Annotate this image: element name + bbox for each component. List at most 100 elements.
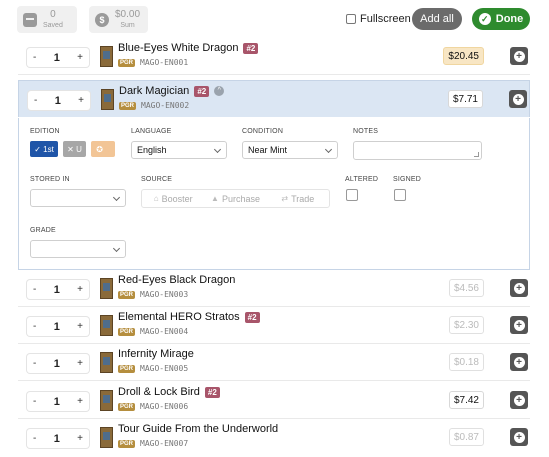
price-button[interactable]: $7.71 xyxy=(447,90,483,108)
print-tag: #2 xyxy=(243,42,259,54)
increment-button[interactable]: + xyxy=(77,396,83,407)
quantity-value[interactable]: 1 xyxy=(54,396,60,408)
card-thumbnail[interactable] xyxy=(100,390,113,411)
increment-button[interactable]: + xyxy=(77,358,83,369)
grade-select[interactable] xyxy=(30,240,126,258)
card-row[interactable]: - 1 + Red-Eyes Black Dragon PGR MAGO-EN00… xyxy=(18,270,530,307)
decrement-button[interactable]: - xyxy=(33,52,36,63)
signed-label: SIGNED xyxy=(393,176,422,183)
rarity-badge: PGR xyxy=(119,101,137,110)
add-card-button[interactable]: + xyxy=(510,47,528,65)
card-thumbnail[interactable] xyxy=(100,352,113,373)
add-card-button[interactable]: + xyxy=(510,391,528,409)
set-code: MAGO-EN001 xyxy=(140,58,189,67)
language-label: LANGUAGE xyxy=(131,128,172,135)
card-row[interactable]: - 1 + Droll & Lock Bird #2 PGR MAGO-EN006 … xyxy=(18,382,530,419)
quantity-stepper[interactable]: - 1 + xyxy=(27,392,89,411)
fullscreen-checkbox[interactable] xyxy=(346,14,356,24)
language-select[interactable]: English xyxy=(131,141,227,159)
saved-label: Saved xyxy=(43,22,63,29)
altered-checkbox[interactable] xyxy=(346,189,358,201)
swap-icon: ⇄ xyxy=(281,194,289,203)
plus-circle-icon: + xyxy=(513,356,525,368)
add-card-button[interactable]: + xyxy=(510,353,528,371)
sum-label: Sum xyxy=(120,22,135,29)
plus-circle-icon: + xyxy=(513,319,525,331)
card-row[interactable]: - 1 + Infernity Mirage PGR MAGO-EN005 $0.… xyxy=(18,344,530,381)
increment-button[interactable]: + xyxy=(77,433,83,444)
decrement-button[interactable]: - xyxy=(33,321,36,332)
increment-button[interactable]: + xyxy=(77,321,83,332)
card-thumbnail[interactable] xyxy=(100,46,113,67)
price-button[interactable]: $7.42 xyxy=(448,391,484,409)
source-trade-button[interactable]: ⇄ Trade xyxy=(267,190,329,207)
card-row[interactable]: - 1 + Elemental HERO Stratos #2 PGR MAGO-E… xyxy=(18,307,530,344)
stored-in-select[interactable] xyxy=(30,189,126,207)
rarity-badge: PGR xyxy=(118,327,136,336)
quantity-stepper[interactable]: - 1 + xyxy=(27,280,89,299)
condition-select[interactable]: Near Mint xyxy=(242,141,338,159)
decrement-button[interactable]: - xyxy=(34,95,37,106)
rarity-badge: PGR xyxy=(118,402,136,411)
set-code: MAGO-EN004 xyxy=(140,327,189,336)
increment-button[interactable]: + xyxy=(77,52,83,63)
quantity-stepper[interactable]: - 1 + xyxy=(27,317,89,336)
quantity-value[interactable]: 1 xyxy=(54,433,60,445)
decrement-button[interactable]: - xyxy=(33,358,36,369)
card-detail-panel: EDITION ✓ 1st ✕ U ✪ L LANGUAGE English C… xyxy=(18,118,530,270)
fullscreen-toggle[interactable]: Fullscreen xyxy=(346,13,411,25)
edition-unlimited-button[interactable]: ✕ U xyxy=(63,141,86,157)
source-booster-button[interactable]: ⌂ Booster xyxy=(142,190,204,207)
decrement-button[interactable]: - xyxy=(33,284,36,295)
card-thumbnail[interactable] xyxy=(100,278,113,299)
card-thumbnail[interactable] xyxy=(100,315,113,336)
notes-label: NOTES xyxy=(353,128,379,135)
add-card-button[interactable]: + xyxy=(510,428,528,446)
add-card-button[interactable]: + xyxy=(509,90,527,108)
quantity-value[interactable]: 1 xyxy=(55,95,61,107)
card-thumbnail[interactable] xyxy=(100,427,113,448)
price-button[interactable]: $0.87 xyxy=(448,428,484,446)
quantity-stepper[interactable]: - 1 + xyxy=(28,91,90,110)
saved-counter[interactable]: 0 Saved xyxy=(17,6,77,33)
card-row-expanded[interactable]: - 1 + Dark Magician #2 ^ PGR MAGO-EN002 $7.… xyxy=(18,80,530,117)
quantity-value[interactable]: 1 xyxy=(54,284,60,296)
signed-checkbox[interactable] xyxy=(394,189,406,201)
card-name: Elemental HERO Stratos xyxy=(118,311,240,323)
increment-button[interactable]: + xyxy=(77,284,83,295)
price-button[interactable]: $4.56 xyxy=(448,279,484,297)
grade-label: GRADE xyxy=(30,227,56,234)
card-row[interactable]: - 1 + Blue-Eyes White Dragon #2 PGR MAGO-E… xyxy=(18,38,530,75)
source-purchase-button[interactable]: ▲ Purchase xyxy=(204,190,266,207)
edition-limited-button[interactable]: ✪ L xyxy=(91,141,115,157)
edition-label: EDITION xyxy=(30,128,60,135)
decrement-button[interactable]: - xyxy=(33,396,36,407)
card-name: Red-Eyes Black Dragon xyxy=(118,274,236,286)
notes-input[interactable] xyxy=(353,141,482,160)
quantity-stepper[interactable]: - 1 + xyxy=(27,354,89,373)
add-all-button[interactable]: Add all xyxy=(412,8,462,30)
source-toggle-group: ⌂ Booster ▲ Purchase ⇄ Trade xyxy=(141,189,330,208)
quantity-value[interactable]: 1 xyxy=(54,358,60,370)
plus-circle-icon: + xyxy=(513,50,525,62)
decrement-button[interactable]: - xyxy=(33,433,36,444)
price-button[interactable]: $0.18 xyxy=(448,353,484,371)
print-tag: #2 xyxy=(194,85,210,97)
edition-first-button[interactable]: ✓ 1st xyxy=(30,141,58,157)
quantity-stepper[interactable]: - 1 + xyxy=(27,48,89,67)
price-button[interactable]: $20.45 xyxy=(443,47,484,65)
add-card-button[interactable]: + xyxy=(510,316,528,334)
add-card-button[interactable]: + xyxy=(510,279,528,297)
done-button[interactable]: ✓ Done xyxy=(472,8,530,30)
card-thumbnail[interactable] xyxy=(101,89,114,110)
increment-button[interactable]: + xyxy=(78,95,84,106)
sum-counter[interactable]: $ $0.00 Sum xyxy=(89,6,148,33)
price-button[interactable]: $2.30 xyxy=(448,316,484,334)
print-tag: #2 xyxy=(204,386,220,398)
quantity-value[interactable]: 1 xyxy=(54,52,60,64)
quantity-stepper[interactable]: - 1 + xyxy=(27,429,89,448)
quantity-value[interactable]: 1 xyxy=(54,321,60,333)
card-row[interactable]: - 1 + Tour Guide From the Underworld PGR… xyxy=(18,419,530,456)
chevron-up-icon[interactable]: ^ xyxy=(214,86,225,96)
altered-label: ALTERED xyxy=(345,176,379,183)
